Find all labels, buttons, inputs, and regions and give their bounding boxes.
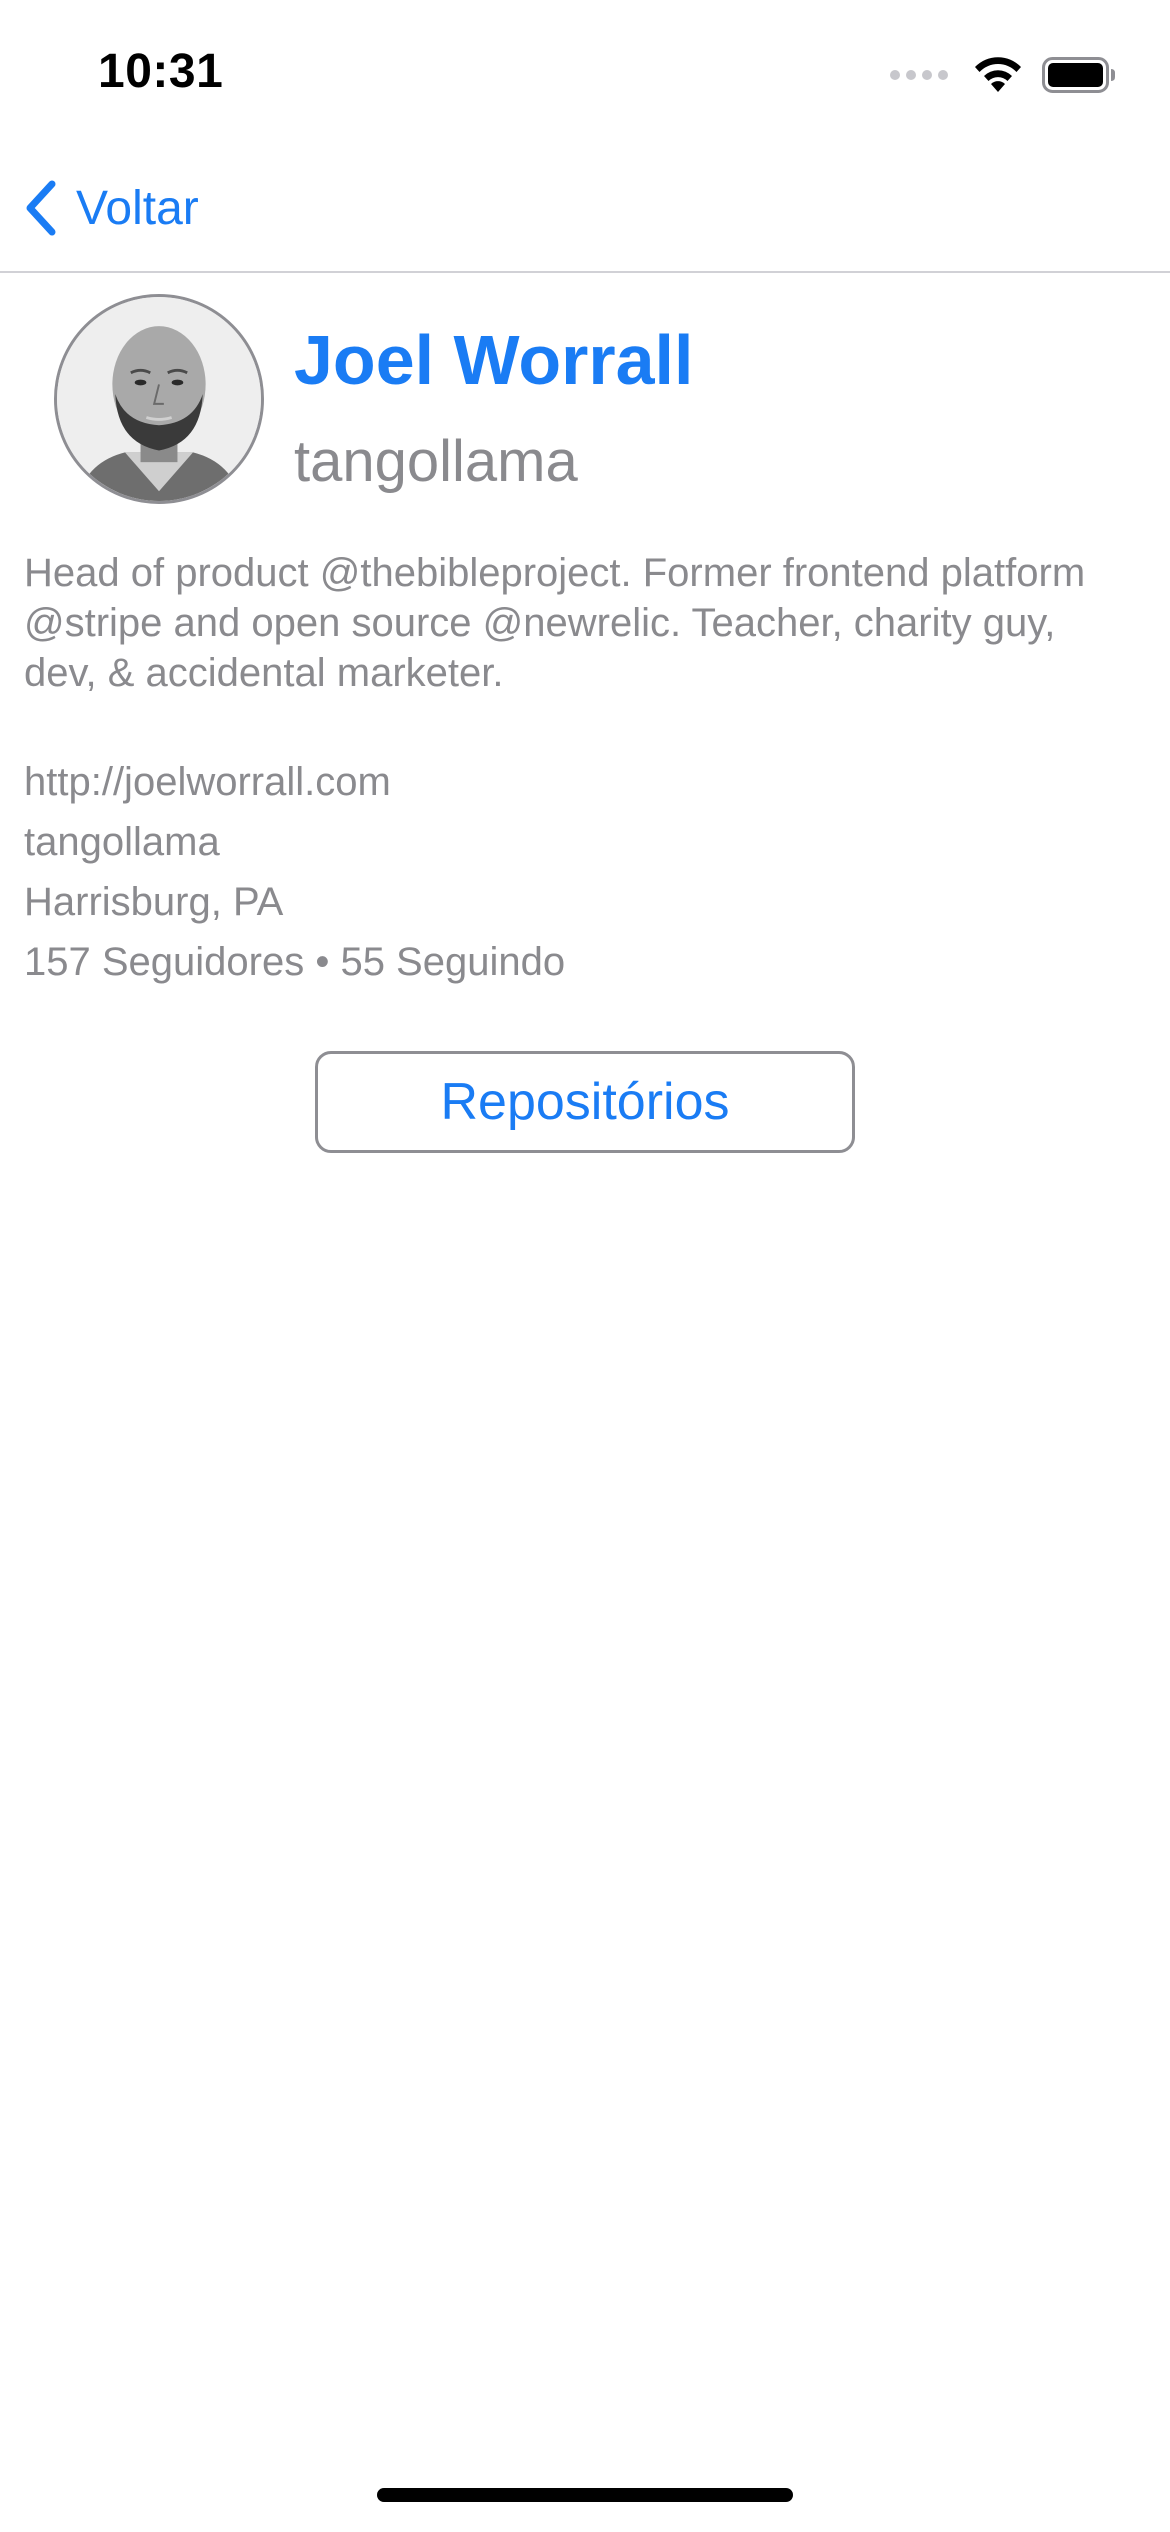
chevron-left-icon (26, 180, 56, 236)
profile-company: tangollama (24, 820, 220, 864)
back-button[interactable]: Voltar (24, 176, 199, 240)
repositories-button[interactable]: Repositórios (315, 1051, 855, 1153)
navigation-bar: Voltar (0, 140, 1170, 273)
profile-name: Joel Worrall (294, 321, 694, 399)
profile-location: Harrisburg, PA (24, 880, 284, 924)
back-button-label: Voltar (76, 181, 199, 235)
avatar-photo (57, 297, 261, 501)
profile-screen: 10:31 Voltar Joel Worrall tangollama Hea… (0, 0, 1170, 2532)
battery-icon (1042, 57, 1115, 93)
avatar (54, 294, 264, 504)
profile-login: tangollama (294, 429, 578, 494)
profile-follow-stats: 157 Seguidores • 55 Seguindo (24, 940, 566, 984)
home-indicator[interactable] (377, 2488, 793, 2502)
profile-bio: Head of product @thebibleproject. Former… (24, 551, 1086, 695)
wifi-icon (975, 57, 1021, 92)
status-bar: 10:31 (0, 0, 1170, 140)
cellular-signal-icon (890, 70, 948, 80)
profile-info-list: http://joelworrall.com tangollama Harris… (24, 752, 1134, 992)
profile-blog: http://joelworrall.com (24, 760, 391, 804)
status-time: 10:31 (98, 45, 224, 98)
status-icons (890, 56, 1116, 94)
